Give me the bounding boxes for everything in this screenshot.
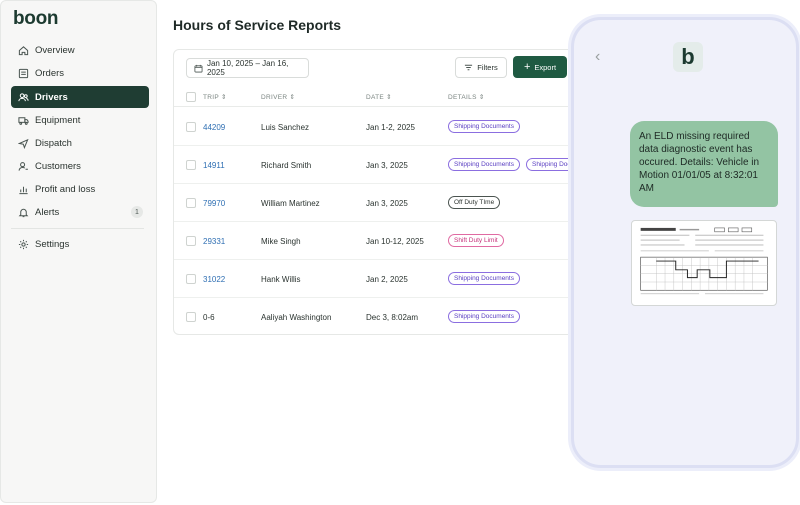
trip-link[interactable]: 79970 <box>203 199 225 208</box>
details-tag[interactable]: Shipping Documents <box>448 158 520 171</box>
phone-mockup: ‹ b An ELD missing required data diagnos… <box>571 17 799 468</box>
trip-link[interactable]: 31022 <box>203 275 225 284</box>
table-row[interactable]: 44209 Luis Sanchez Jan 1-2, 2025 Shippin… <box>174 108 604 146</box>
alerts-count-badge: 1 <box>131 206 143 218</box>
sort-icon: ⇕ <box>289 94 296 101</box>
table-row[interactable]: 14911 Richard Smith Jan 3, 2025 Shipping… <box>174 146 604 184</box>
trip-id[interactable]: 0-6 <box>203 313 215 322</box>
sidebar-item-overview[interactable]: Overview <box>11 39 149 61</box>
back-arrow-icon[interactable]: ‹ <box>595 48 600 66</box>
trip-link[interactable]: 29331 <box>203 237 225 246</box>
driver-log-thumbnail <box>636 225 772 301</box>
calendar-icon <box>194 64 203 72</box>
sidebar-item-customers[interactable]: Customers <box>11 155 149 177</box>
row-checkbox[interactable] <box>186 236 196 246</box>
sidebar-divider <box>11 228 144 229</box>
sidebar-item-profit-and-loss[interactable]: Profit and loss <box>11 178 149 200</box>
reports-table-card: Jan 10, 2025 – Jan 16, 2025 Filters + Ex… <box>173 49 604 336</box>
trip-date: Jan 3, 2025 <box>366 199 408 208</box>
sort-icon: ⇕ <box>386 94 392 101</box>
trip-link[interactable]: 14911 <box>203 161 225 170</box>
sidebar-item-label: Overview <box>35 44 75 56</box>
driver-name: Hank Willis <box>261 275 301 284</box>
sort-icon: ⇕ <box>221 94 227 101</box>
sort-icon: ⇕ <box>478 94 485 101</box>
trip-link[interactable]: 44209 <box>203 123 225 132</box>
driver-name: Mike Singh <box>261 237 301 246</box>
details-tag[interactable]: Shift Duty Limit <box>448 234 504 247</box>
sidebar-item-drivers[interactable]: Drivers <box>11 86 149 108</box>
sidebar-item-orders[interactable]: Orders <box>11 62 149 84</box>
users-icon <box>17 91 29 103</box>
table-row[interactable]: 31022 Hank Willis Jan 2, 2025 Shipping D… <box>174 260 604 298</box>
sidebar-item-label: Alerts <box>35 206 60 218</box>
column-header-date[interactable]: DATE ⇕ <box>366 93 392 101</box>
row-checkbox[interactable] <box>186 198 196 208</box>
sidebar-item-settings[interactable]: Settings <box>11 233 149 255</box>
details-tag[interactable]: Shipping Documents <box>448 120 520 133</box>
chart-icon <box>17 183 29 195</box>
row-checkbox[interactable] <box>186 274 196 284</box>
select-all-checkbox[interactable] <box>186 92 196 102</box>
filters-label: Filters <box>477 63 498 72</box>
trip-date: Jan 2, 2025 <box>366 275 408 284</box>
plus-icon: + <box>523 60 531 73</box>
table-row[interactable]: 29331 Mike Singh Jan 10-12, 2025 Shift D… <box>174 222 604 260</box>
trip-date: Dec 3, 8:02am <box>366 313 419 322</box>
export-button[interactable]: + Export <box>513 56 567 78</box>
details-tag[interactable]: Off Duty TIme <box>448 196 501 209</box>
driver-log-image[interactable] <box>631 220 777 306</box>
trip-date: Jan 1-2, 2025 <box>366 123 415 132</box>
sidebar-item-label: Settings <box>35 238 70 250</box>
customer-icon <box>17 160 29 172</box>
driver-name: Aaliyah Washington <box>261 313 332 322</box>
driver-name: Luis Sanchez <box>261 123 310 132</box>
sidebar: boon Overview Orders Drivers Equipment D… <box>0 0 157 503</box>
date-range-label: Jan 10, 2025 – Jan 16, 2025 <box>206 59 289 77</box>
sidebar-item-label: Profit and loss <box>35 183 96 195</box>
table-row[interactable]: 79970 William Martinez Jan 3, 2025 Off D… <box>174 184 604 222</box>
driver-name: William Martinez <box>261 199 320 208</box>
filter-icon <box>465 64 473 71</box>
details-tag[interactable]: Shipping Documents <box>448 272 520 285</box>
sidebar-item-equipment[interactable]: Equipment <box>11 109 149 131</box>
app-logo: b <box>673 42 703 72</box>
row-checkbox[interactable] <box>186 312 196 322</box>
sidebar-item-label: Dispatch <box>35 137 72 149</box>
row-checkbox[interactable] <box>186 160 196 170</box>
sidebar-item-label: Customers <box>35 160 81 172</box>
sidebar-item-label: Orders <box>35 67 65 79</box>
bell-icon <box>17 206 29 218</box>
column-header-driver[interactable]: DRIVER ⇕ <box>261 93 295 101</box>
gear-icon <box>17 238 29 250</box>
sidebar-item-alerts[interactable]: Alerts 1 <box>11 201 149 223</box>
filters-button[interactable]: Filters <box>455 57 507 78</box>
row-checkbox[interactable] <box>186 122 196 132</box>
sidebar-item-dispatch[interactable]: Dispatch <box>11 132 149 154</box>
table-header: TRIP ⇕ DRIVER ⇕ DATE ⇕ DETAILS ⇕ <box>174 87 604 107</box>
sidebar-item-label: Equipment <box>35 114 81 126</box>
column-header-details[interactable]: DETAILS ⇕ <box>448 93 485 101</box>
table-row[interactable]: 0-6 Aaliyah Washington Dec 3, 8:02am Shi… <box>174 298 604 336</box>
column-header-trip[interactable]: TRIP ⇕ <box>203 93 227 101</box>
send-icon <box>17 137 29 149</box>
export-label: Export <box>534 62 557 72</box>
driver-name: Richard Smith <box>261 161 312 170</box>
orders-icon <box>17 67 29 79</box>
boon-logo[interactable]: boon <box>13 8 59 30</box>
home-icon <box>17 44 29 56</box>
trip-date: Jan 10-12, 2025 <box>366 237 424 246</box>
message-bubble: An ELD missing required data diagnostic … <box>630 121 778 207</box>
trip-date: Jan 3, 2025 <box>366 161 408 170</box>
truck-icon <box>17 114 29 126</box>
date-range-picker[interactable]: Jan 10, 2025 – Jan 16, 2025 <box>186 58 309 78</box>
details-tag[interactable]: Shipping Documents <box>448 310 520 323</box>
sidebar-item-label: Drivers <box>35 91 68 103</box>
page-title: Hours of Service Reports <box>173 17 342 33</box>
